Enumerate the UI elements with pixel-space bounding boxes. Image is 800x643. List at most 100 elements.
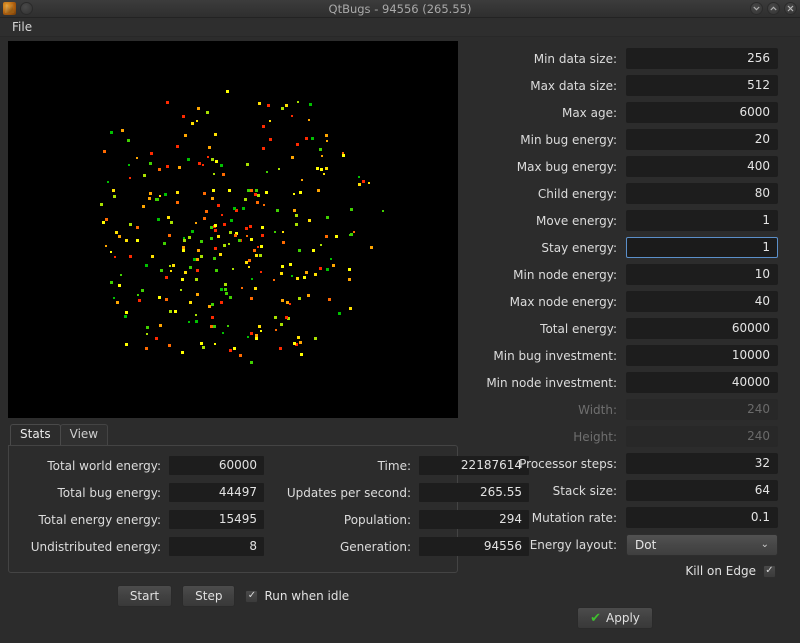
bug-dot bbox=[141, 289, 144, 292]
apply-button[interactable]: ✔ Apply bbox=[577, 607, 653, 629]
step-button[interactable]: Step bbox=[182, 585, 235, 607]
bug-dot bbox=[263, 204, 265, 206]
setting-input[interactable]: 40 bbox=[626, 291, 778, 312]
bug-dot bbox=[260, 271, 262, 273]
setting-input[interactable]: 1 bbox=[626, 210, 778, 231]
bug-dot bbox=[242, 207, 245, 210]
bug-dot bbox=[213, 257, 216, 260]
step-button-label: Step bbox=[195, 589, 222, 603]
setting-input[interactable]: 60000 bbox=[626, 318, 778, 339]
bug-dot bbox=[234, 234, 237, 237]
setting-input[interactable]: 1 bbox=[626, 237, 778, 258]
setting-label: Max data size: bbox=[472, 79, 626, 93]
setting-input[interactable]: 512 bbox=[626, 75, 778, 96]
tab-panel-stats: Total world energy:60000Time:22187614Tot… bbox=[8, 445, 458, 573]
bug-dot bbox=[228, 189, 231, 192]
bug-dot bbox=[299, 191, 302, 194]
setting-input[interactable]: 10000 bbox=[626, 345, 778, 366]
setting-row: Max node energy:40 bbox=[472, 288, 778, 315]
bug-dot bbox=[245, 227, 248, 230]
stat-label: Updates per second: bbox=[264, 486, 419, 500]
bug-dot bbox=[110, 281, 113, 284]
setting-row: Total energy:60000 bbox=[472, 315, 778, 342]
app-icon bbox=[3, 2, 16, 15]
bug-dot bbox=[146, 326, 149, 329]
bug-dot bbox=[260, 330, 262, 332]
bug-dot bbox=[125, 311, 128, 314]
window-controls bbox=[750, 2, 797, 15]
stat-value: 15495 bbox=[169, 510, 264, 529]
bug-dot bbox=[211, 158, 214, 161]
simulation-canvas[interactable] bbox=[8, 41, 458, 418]
bug-dot bbox=[142, 205, 145, 208]
bug-dot bbox=[191, 122, 194, 125]
setting-input[interactable]: 20 bbox=[626, 129, 778, 150]
start-button[interactable]: Start bbox=[117, 585, 172, 607]
setting-input[interactable]: 32 bbox=[626, 453, 778, 474]
setting-input[interactable]: 400 bbox=[626, 156, 778, 177]
bug-dot bbox=[305, 137, 308, 140]
close-button[interactable] bbox=[784, 2, 797, 15]
kill-on-edge-checkbox[interactable]: Kill on Edge ✓ bbox=[472, 558, 778, 584]
run-when-idle-checkbox[interactable]: ✓ Run when idle bbox=[245, 589, 349, 603]
setting-label: Min node investment: bbox=[472, 376, 626, 390]
bug-dot bbox=[296, 277, 299, 280]
menu-item-file[interactable]: File bbox=[6, 19, 38, 35]
bug-dot bbox=[110, 251, 112, 253]
tab-view[interactable]: View bbox=[60, 424, 108, 445]
setting-label: Mutation rate: bbox=[472, 511, 626, 525]
bug-dot bbox=[149, 192, 152, 195]
stat-label: Generation: bbox=[264, 540, 419, 554]
bug-dot bbox=[166, 165, 169, 168]
window-menu-button[interactable] bbox=[20, 2, 33, 15]
bug-dot bbox=[349, 307, 352, 310]
bug-dot bbox=[158, 168, 161, 171]
setting-input[interactable]: 64 bbox=[626, 480, 778, 501]
bug-dot bbox=[113, 297, 115, 299]
bug-dot bbox=[165, 276, 168, 279]
bug-dot bbox=[262, 147, 265, 150]
stat-label: Time: bbox=[264, 459, 419, 473]
bug-dot bbox=[195, 320, 198, 323]
bug-dot bbox=[285, 316, 288, 319]
bug-dot bbox=[211, 303, 214, 306]
bug-dot bbox=[229, 231, 232, 234]
bug-dot bbox=[279, 347, 282, 350]
bug-dot bbox=[213, 173, 215, 175]
bug-dot bbox=[208, 305, 211, 308]
bug-dot bbox=[301, 179, 303, 181]
stat-value: 44497 bbox=[169, 483, 264, 502]
setting-input[interactable]: 6000 bbox=[626, 102, 778, 123]
setting-input[interactable]: 10 bbox=[626, 264, 778, 285]
bug-dot bbox=[276, 209, 279, 212]
bug-dot bbox=[382, 210, 384, 212]
bug-dot bbox=[145, 347, 148, 350]
bug-dot bbox=[325, 134, 328, 137]
bug-dot bbox=[200, 240, 203, 243]
title-bar[interactable]: QtBugs - 94556 (265.55) bbox=[0, 0, 800, 18]
minimize-button[interactable] bbox=[750, 2, 763, 15]
setting-input[interactable]: 256 bbox=[626, 48, 778, 69]
bug-dot bbox=[230, 219, 233, 222]
bug-dot bbox=[125, 343, 128, 346]
bug-dot bbox=[309, 103, 312, 106]
bug-dot bbox=[114, 256, 116, 258]
energy-layout-select[interactable]: Dot⌄ bbox=[626, 534, 778, 556]
bug-dot bbox=[320, 244, 322, 246]
bug-dot bbox=[269, 120, 271, 122]
setting-input[interactable]: 0.1 bbox=[626, 507, 778, 528]
setting-input[interactable]: 40000 bbox=[626, 372, 778, 393]
stats-tab-widget: Stats View Total world energy:60000Time:… bbox=[8, 424, 458, 573]
setting-row: Min node energy:10 bbox=[472, 261, 778, 288]
bug-dot bbox=[308, 219, 311, 222]
setting-input[interactable]: 80 bbox=[626, 183, 778, 204]
menu-bar: File bbox=[0, 18, 800, 37]
run-when-idle-check-icon: ✓ bbox=[245, 590, 258, 603]
tab-stats[interactable]: Stats bbox=[10, 424, 61, 445]
setting-row: Max age:6000 bbox=[472, 99, 778, 126]
energy-layout-value: Dot bbox=[635, 535, 656, 555]
bug-dot bbox=[219, 253, 222, 256]
bug-dot bbox=[250, 297, 253, 300]
maximize-button[interactable] bbox=[767, 2, 780, 15]
bug-dot bbox=[168, 344, 171, 347]
